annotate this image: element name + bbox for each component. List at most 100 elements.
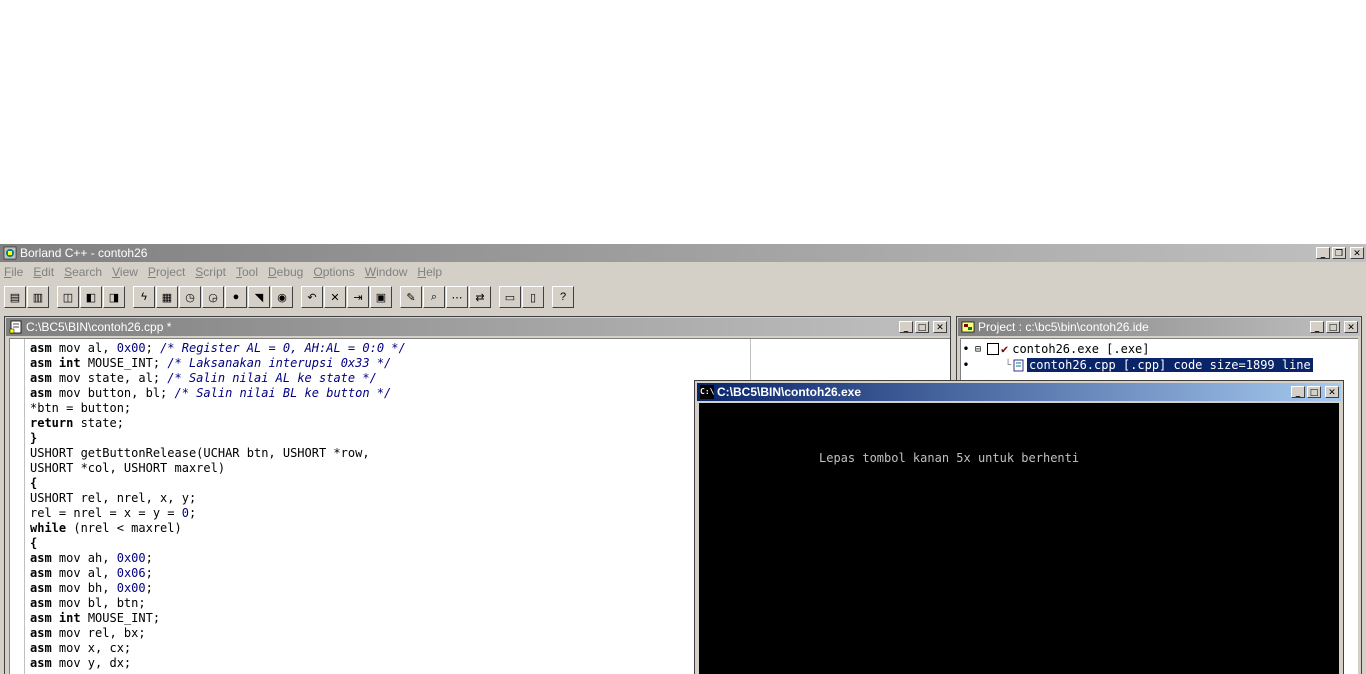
editor-maximize-button[interactable]: □ bbox=[915, 321, 929, 333]
menu-script[interactable]: Script bbox=[195, 265, 226, 279]
undo-button[interactable]: ↶ bbox=[301, 286, 323, 308]
step-icon: ◶ bbox=[208, 291, 218, 304]
menu-debug[interactable]: Debug bbox=[268, 265, 303, 279]
compile-icon: ▦ bbox=[161, 291, 173, 304]
code-line: rel = nrel = x = y = 0; bbox=[30, 506, 197, 520]
paste-icon: ▣ bbox=[375, 291, 387, 304]
run-button[interactable]: ◷ bbox=[179, 286, 201, 308]
open-file-button[interactable]: ▤ bbox=[4, 286, 26, 308]
code-line: USHORT rel, nrel, x, y; bbox=[30, 491, 197, 505]
menu-bar: File Edit Search View Project Script Tool Debug… bbox=[0, 263, 1366, 281]
project-title: Project : c:\bc5\bin\contoh26.ide bbox=[978, 320, 1149, 334]
window-cascade-icon: ▯ bbox=[529, 291, 537, 304]
checkmark-icon: ✔ bbox=[1001, 342, 1009, 356]
project-maximize-button[interactable]: □ bbox=[1326, 321, 1340, 333]
bullet-icon: • bbox=[962, 358, 970, 372]
editor-gutter[interactable] bbox=[10, 339, 25, 674]
collapse-icon[interactable]: ⊟ bbox=[971, 344, 985, 355]
borland-app-icon bbox=[3, 246, 17, 260]
console-maximize-button[interactable]: □ bbox=[1307, 386, 1321, 398]
tree-node-label: contoh26.exe [.exe] bbox=[1012, 342, 1150, 356]
help-button[interactable]: ? bbox=[552, 286, 574, 308]
window-tile-icon: ▭ bbox=[504, 291, 516, 304]
code-line: asm mov x, cx; bbox=[30, 641, 132, 655]
code-line: asm int MOUSE_INT; /* Laksanakan interup… bbox=[30, 356, 392, 370]
step-button[interactable]: ◶ bbox=[202, 286, 224, 308]
view-browse-button[interactable]: ◫ bbox=[57, 286, 79, 308]
code-line: { bbox=[30, 536, 38, 550]
help-icon: ? bbox=[559, 291, 567, 303]
make-button[interactable]: ϟ bbox=[133, 286, 155, 308]
editor-minimize-button[interactable]: _ bbox=[899, 321, 913, 333]
code-line: asm mov al, 0x06; bbox=[30, 566, 153, 580]
console-close-button[interactable]: ✕ bbox=[1325, 386, 1339, 398]
code-line: USHORT *col, USHORT maxrel) bbox=[30, 461, 226, 475]
breakpoint-icon: ● bbox=[232, 291, 240, 303]
project-title-bar[interactable]: Project : c:\bc5\bin\contoh26.ide _ □ ✕ bbox=[958, 318, 1360, 336]
inspect-button[interactable]: ◥ bbox=[248, 286, 270, 308]
replace-icon: ⇄ bbox=[475, 291, 485, 304]
search-button[interactable]: ⌕ bbox=[423, 286, 445, 308]
editor-title-bar[interactable]: C:\BC5\BIN\contoh26.cpp * _ □ ✕ bbox=[6, 318, 949, 336]
toolbar: ▤ ▥ ◫ ◧ ◨ ϟ ▦ ◷ ◶ ● ◥ ◉ ↶ ✕ ⇥ ▣ ✎ ⌕ ⋯ ⇄ ▭ ▯? bbox=[4, 284, 1362, 310]
code-line: *btn = button; bbox=[30, 401, 132, 415]
project-minimize-button[interactable]: _ bbox=[1310, 321, 1324, 333]
menu-search[interactable]: Search bbox=[64, 265, 102, 279]
restore-button[interactable]: ❐ bbox=[1332, 247, 1346, 259]
save-file-button[interactable]: ▥ bbox=[27, 286, 49, 308]
code-line: asm mov al, 0x00; /* Register AL = 0, AH… bbox=[30, 341, 406, 355]
console-title-bar[interactable]: C:\ C:\BC5\BIN\contoh26.exe _ □ ✕ bbox=[697, 383, 1341, 401]
menu-view[interactable]: View bbox=[112, 265, 138, 279]
run-icon: ◷ bbox=[185, 291, 195, 304]
cut-button[interactable]: ✕ bbox=[324, 286, 346, 308]
copy-button[interactable]: ⇥ bbox=[347, 286, 369, 308]
watch-icon: ◉ bbox=[277, 291, 287, 304]
minimize-button[interactable]: _ bbox=[1316, 247, 1330, 259]
cpp-file-icon bbox=[1013, 359, 1024, 371]
menu-tool[interactable]: Tool bbox=[236, 265, 258, 279]
view-browse-icon: ◫ bbox=[62, 291, 74, 304]
open-file-icon: ▤ bbox=[9, 291, 21, 304]
save-file-icon: ▥ bbox=[32, 291, 44, 304]
copy-icon: ⇥ bbox=[353, 291, 363, 304]
menu-project[interactable]: Project bbox=[148, 265, 185, 279]
tree-node-cpp[interactable]: • └ contoh26.cpp [.cpp] code size=1899 l… bbox=[961, 357, 1358, 373]
inspect-icon: ◥ bbox=[254, 291, 264, 304]
code-line: { bbox=[30, 476, 38, 490]
console-minimize-button[interactable]: _ bbox=[1291, 386, 1305, 398]
tree-node-exe[interactable]: • ⊟ ✔ contoh26.exe [.exe] bbox=[961, 341, 1358, 357]
tree-connector-icon: └ bbox=[1004, 359, 1011, 371]
undo-icon: ↶ bbox=[307, 291, 317, 304]
watch-button[interactable]: ◉ bbox=[271, 286, 293, 308]
close-button[interactable]: ✕ bbox=[1350, 247, 1364, 259]
code-line: while (nrel < maxrel) bbox=[30, 521, 182, 535]
menu-edit[interactable]: Edit bbox=[33, 265, 54, 279]
code-line: asm mov rel, bx; bbox=[30, 626, 146, 640]
menu-file[interactable]: File bbox=[4, 265, 23, 279]
project-close-button[interactable]: ✕ bbox=[1344, 321, 1358, 333]
code-line: asm mov button, bl; /* Salin nilai BL ke… bbox=[30, 386, 392, 400]
main-title-bar[interactable]: Borland C++ - contoh26 _ ❐ ✕ bbox=[0, 244, 1366, 262]
replace-button[interactable]: ⇄ bbox=[469, 286, 491, 308]
search-next-button[interactable]: ⋯ bbox=[446, 286, 468, 308]
window-cascade-button[interactable]: ▯ bbox=[522, 286, 544, 308]
highlight-icon: ✎ bbox=[406, 291, 416, 304]
console-output-area[interactable]: Lepas tombol kanan 5x untuk berhenti bbox=[699, 403, 1339, 674]
window-tile-button[interactable]: ▭ bbox=[499, 286, 521, 308]
view-project-button[interactable]: ◧ bbox=[80, 286, 102, 308]
highlight-button[interactable]: ✎ bbox=[400, 286, 422, 308]
paste-button[interactable]: ▣ bbox=[370, 286, 392, 308]
menu-window[interactable]: Window bbox=[365, 265, 408, 279]
console-title: C:\BC5\BIN\contoh26.exe bbox=[717, 385, 862, 399]
menu-help[interactable]: Help bbox=[417, 265, 442, 279]
code-line: asm mov y, dx; bbox=[30, 656, 132, 670]
main-window: Borland C++ - contoh26 _ ❐ ✕ File Edit Sea… bbox=[0, 244, 1366, 674]
project-icon bbox=[961, 321, 975, 333]
compile-button[interactable]: ▦ bbox=[156, 286, 178, 308]
view-message-button[interactable]: ◨ bbox=[103, 286, 125, 308]
breakpoint-button[interactable]: ● bbox=[225, 286, 247, 308]
search-next-icon: ⋯ bbox=[451, 291, 463, 304]
editor-close-button[interactable]: ✕ bbox=[933, 321, 947, 333]
source-code[interactable]: asm mov al, 0x00; /* Register AL = 0, AH… bbox=[30, 341, 406, 671]
menu-options[interactable]: Options bbox=[313, 265, 354, 279]
